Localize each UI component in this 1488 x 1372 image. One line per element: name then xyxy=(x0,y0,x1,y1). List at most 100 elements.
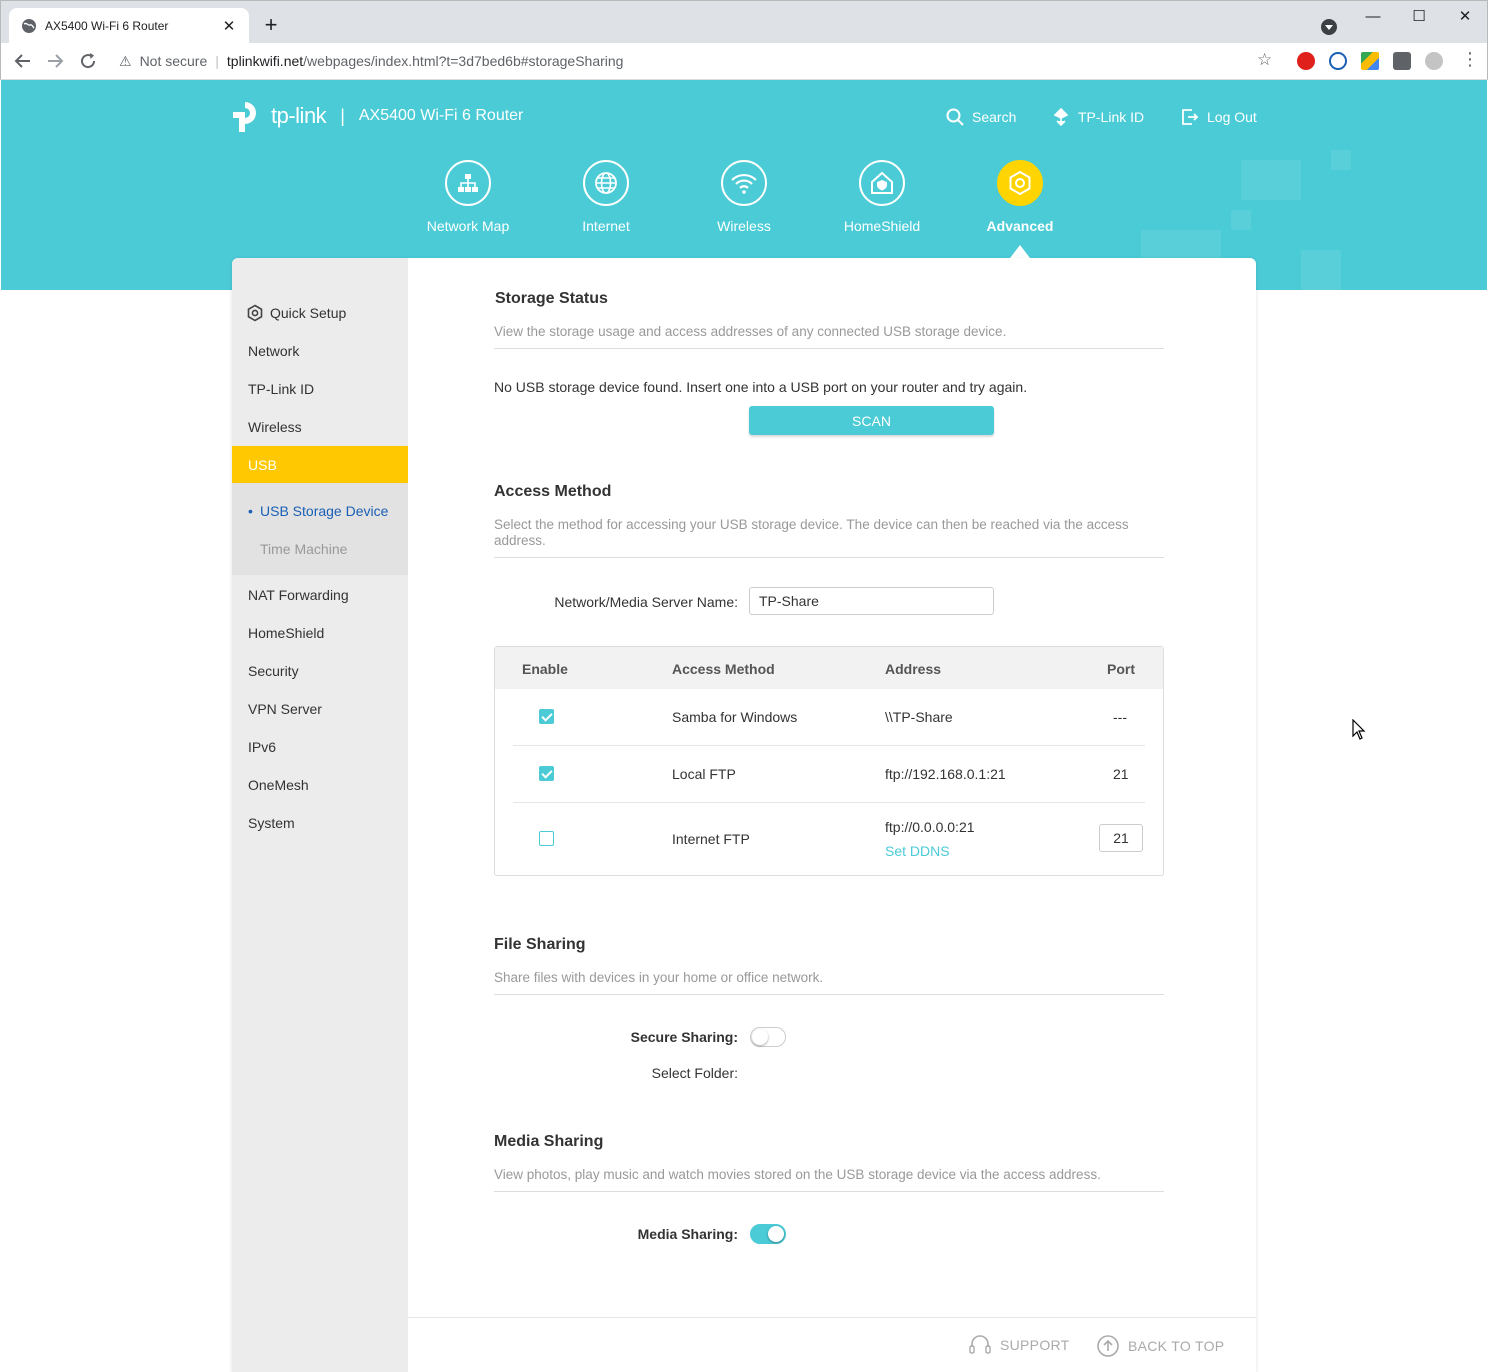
nav-network-map[interactable]: Network Map xyxy=(403,160,533,234)
back-to-top-link[interactable]: BACK TO TOP xyxy=(1096,1334,1224,1358)
header-logout-link[interactable]: Log Out xyxy=(1181,108,1257,126)
media-sharing-desc: View photos, play music and watch movies… xyxy=(494,1167,1164,1192)
media-sharing-toggle[interactable] xyxy=(750,1224,786,1244)
search-icon xyxy=(946,108,964,126)
sidebar-item-ipv6[interactable]: IPv6 xyxy=(248,739,276,755)
tplink-id-icon xyxy=(1053,108,1069,126)
sidebar-item-network[interactable]: Network xyxy=(248,343,299,359)
row-address: \\TP-Share xyxy=(885,709,953,725)
close-window-button[interactable]: ✕ xyxy=(1445,5,1485,29)
homeshield-icon xyxy=(859,160,905,206)
banner-decoration xyxy=(1231,210,1251,230)
opera-extension-icon[interactable] xyxy=(1297,52,1315,70)
row-divider xyxy=(513,745,1145,746)
header-tplink-id-link[interactable]: TP-Link ID xyxy=(1053,108,1144,126)
nav-label: Internet xyxy=(582,218,630,234)
nav-label: Wireless xyxy=(717,218,771,234)
sidebar-subitem-label: USB Storage Device xyxy=(260,503,389,519)
puzzle-extension-icon[interactable] xyxy=(1393,52,1411,70)
file-sharing-title: File Sharing xyxy=(494,936,586,953)
row-address: ftp://0.0.0.0:21 xyxy=(885,819,975,835)
sidebar-item-wireless[interactable]: Wireless xyxy=(248,419,302,435)
tplink-logo[interactable]: tp-link | AX5400 Wi-Fi 6 Router xyxy=(231,98,523,134)
sidebar-item-nat-forwarding[interactable]: NAT Forwarding xyxy=(248,587,349,603)
nav-homeshield[interactable]: HomeShield xyxy=(817,160,947,234)
enable-checkbox-internet-ftp[interactable] xyxy=(539,831,554,846)
sidebar-subitem-usb-storage[interactable]: • USB Storage Device xyxy=(248,503,389,519)
access-method-table: Enable Access Method Address Port Samba … xyxy=(494,646,1164,876)
sidebar-item-homeshield[interactable]: HomeShield xyxy=(248,625,324,641)
nav-internet[interactable]: Internet xyxy=(541,160,671,234)
sidebar-item-system[interactable]: System xyxy=(248,815,295,831)
tab-title: AX5400 Wi-Fi 6 Router xyxy=(45,19,169,33)
bookmark-star-icon[interactable]: ☆ xyxy=(1257,50,1272,70)
media-sharing-label: Media Sharing: xyxy=(637,1226,738,1242)
select-folder-label: Select Folder: xyxy=(651,1065,738,1081)
arrow-up-circle-icon xyxy=(1097,1335,1119,1357)
omnibox-separator: | xyxy=(215,53,219,69)
maximize-button[interactable]: ☐ xyxy=(1399,5,1439,29)
enable-checkbox-samba[interactable] xyxy=(539,709,554,724)
nav-label: Network Map xyxy=(426,218,510,234)
row-method: Local FTP xyxy=(672,766,736,782)
sidebar-item-label: TP-Link ID xyxy=(248,381,315,397)
reload-icon[interactable] xyxy=(76,49,100,73)
file-sharing-desc: Share files with devices in your home or… xyxy=(494,970,1164,995)
sidebar-item-quick-setup[interactable]: Quick Setup xyxy=(246,304,346,322)
server-name-input[interactable] xyxy=(749,587,994,615)
sidebar-subitem-label: Time Machine xyxy=(260,541,348,557)
menu-dots-icon[interactable]: ⋮ xyxy=(1461,49,1479,70)
active-bullet: • xyxy=(248,503,253,519)
sidebar-item-security[interactable]: Security xyxy=(248,663,299,679)
forward-icon[interactable] xyxy=(43,49,67,73)
banner-decoration xyxy=(1241,160,1301,200)
url-host: tplinkwifi.net xyxy=(226,53,304,69)
col-port: Port xyxy=(1107,661,1135,677)
nav-label: HomeShield xyxy=(843,218,921,234)
network-map-icon xyxy=(445,160,491,206)
support-link[interactable]: SUPPORT xyxy=(968,1334,1070,1356)
drive-extension-icon[interactable] xyxy=(1361,52,1379,70)
sidebar-item-label: Network xyxy=(248,343,300,359)
row-port: --- xyxy=(1113,709,1127,725)
sidebar-item-vpn-server[interactable]: VPN Server xyxy=(248,701,322,717)
new-tab-button[interactable]: + xyxy=(259,13,283,37)
scan-button[interactable]: SCAN xyxy=(749,406,994,435)
internet-ftp-port-input[interactable] xyxy=(1099,824,1143,852)
tab-search-icon[interactable] xyxy=(1321,19,1337,35)
banner-decoration xyxy=(1141,230,1221,260)
row-address: ftp://192.168.0.1:21 xyxy=(885,766,1006,782)
password-extension-icon[interactable] xyxy=(1329,52,1347,70)
header-search-link[interactable]: Search xyxy=(946,108,1016,126)
col-enable: Enable xyxy=(522,661,568,677)
sidebar-item-label: OneMesh xyxy=(248,777,309,793)
globe-icon xyxy=(583,160,629,206)
set-ddns-link[interactable]: Set DDNS xyxy=(885,843,950,859)
banner-decoration xyxy=(1331,150,1351,170)
wifi-icon xyxy=(721,160,767,206)
profile-avatar[interactable] xyxy=(1425,52,1443,70)
sidebar-item-onemesh[interactable]: OneMesh xyxy=(248,777,309,793)
secure-sharing-toggle[interactable] xyxy=(750,1027,786,1047)
sidebar-item-usb[interactable]: USB xyxy=(232,446,408,483)
sidebar-item-label: HomeShield xyxy=(248,625,325,641)
nav-wireless[interactable]: Wireless xyxy=(679,160,809,234)
active-nav-caret xyxy=(1010,245,1030,258)
sidebar-item-tplink-id[interactable]: TP-Link ID xyxy=(248,381,314,397)
enable-checkbox-local-ftp[interactable] xyxy=(539,766,554,781)
back-icon[interactable] xyxy=(11,49,35,73)
url-path: /webpages/index.html?t=3d7bed6b#storageS… xyxy=(303,53,624,69)
not-secure-label: Not secure xyxy=(139,53,208,69)
address-bar[interactable]: ⚠ Not secure | tplinkwifi.net/webpages/i… xyxy=(111,46,1281,76)
back-to-top-label: BACK TO TOP xyxy=(1128,1338,1225,1354)
sidebar-item-label: IPv6 xyxy=(248,739,277,755)
sidebar-subitem-time-machine[interactable]: Time Machine xyxy=(260,541,347,557)
settings-card: Quick Setup Network TP-Link ID Wireless … xyxy=(232,258,1256,1372)
browser-tab[interactable]: AX5400 Wi-Fi 6 Router ✕ xyxy=(9,8,249,44)
col-access-method: Access Method xyxy=(672,661,775,677)
tab-close-icon[interactable]: ✕ xyxy=(221,17,237,35)
minimize-button[interactable]: — xyxy=(1353,5,1393,29)
nav-advanced[interactable]: Advanced xyxy=(955,160,1085,234)
browser-tabbar: AX5400 Wi-Fi 6 Router ✕ + — ☐ ✕ xyxy=(0,0,1488,44)
router-page: tp-link | AX5400 Wi-Fi 6 Router Search T… xyxy=(1,80,1487,1372)
